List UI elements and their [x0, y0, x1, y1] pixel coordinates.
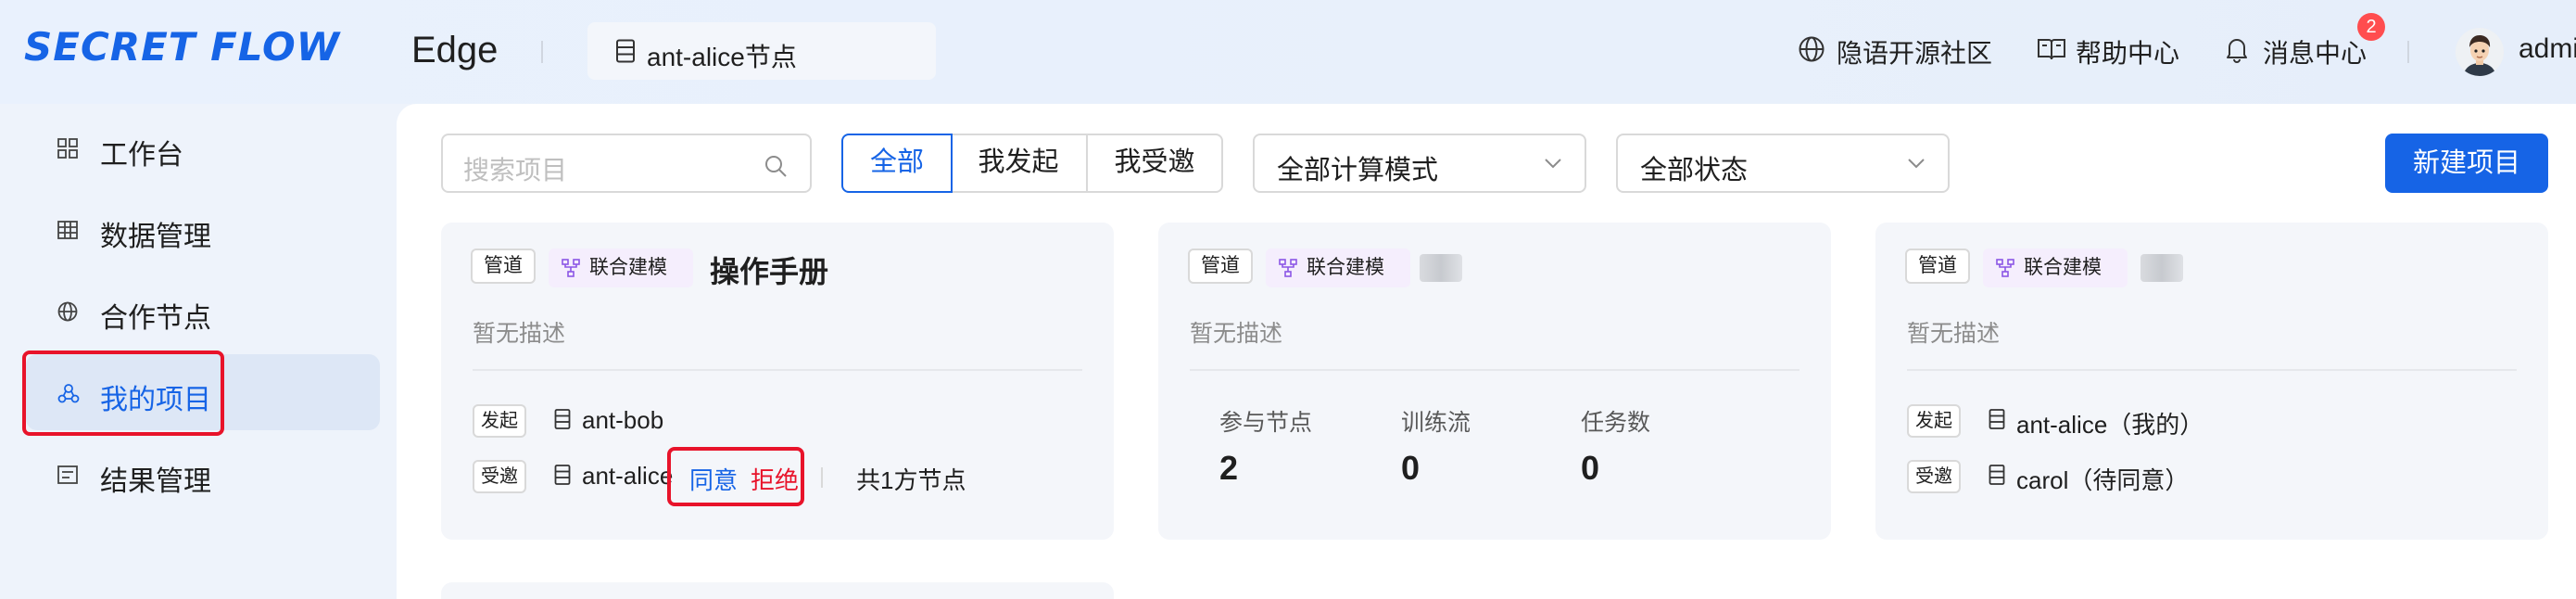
help-center-link[interactable]: 帮助中心 [2037, 33, 2203, 68]
branch-icon [1996, 259, 2014, 277]
mode-tag: 联合建模 [1266, 249, 1410, 287]
filter-initiated[interactable]: 我发起 [951, 134, 1088, 193]
highlight-box-actions [667, 447, 804, 506]
compute-mode-value: 全部计算模式 [1277, 156, 1439, 185]
server-icon [554, 465, 571, 485]
pipeline-tag: 管道 [1188, 249, 1253, 284]
initiator-badge: 发起 [1907, 404, 1961, 438]
invitee-badge: 受邀 [1907, 460, 1961, 493]
help-center-label: 帮助中心 [2076, 39, 2180, 68]
sidebar-item-result-management[interactable]: 结果管理 [26, 436, 380, 512]
message-count-badge: 2 [2357, 13, 2385, 41]
header-divider [541, 41, 543, 63]
sidebar-item-partner-nodes[interactable]: 合作节点 [26, 273, 380, 349]
project-description: 暂无描述 [1190, 321, 1283, 347]
initiator-node: ant-alice（我的） [1989, 406, 2229, 439]
pipeline-tag: 管道 [471, 249, 536, 284]
status-select[interactable]: 全部状态 [1616, 134, 1950, 193]
sidebar-item-workbench[interactable]: 工作台 [26, 109, 380, 185]
mode-tag-label: 联合建模 [1307, 257, 1384, 278]
blurred-title [1420, 254, 1462, 282]
community-link[interactable]: 隐语开源社区 [1798, 33, 2020, 68]
message-center-label: 消息中心 [2263, 39, 2368, 68]
server-icon [1989, 465, 2005, 485]
sidebar-item-label: 结果管理 [100, 466, 211, 497]
brand-logo[interactable]: SECRET FLOW [24, 24, 340, 70]
server-icon [616, 39, 635, 63]
sidebar-item-label: 工作台 [100, 140, 183, 171]
pipeline-tag: 管道 [1905, 249, 1970, 284]
grid-icon [57, 138, 78, 159]
mode-tag: 联合建模 [1983, 249, 2128, 287]
stat-value: 2 [1219, 449, 1239, 487]
mode-tag-label: 联合建模 [2024, 257, 2102, 278]
project-card[interactable]: 管道 联合建模 暂无描述 发起 ant-alice（我的） 受邀 carol（待… [1875, 223, 2548, 540]
stat-label: 训练流 [1401, 410, 1471, 436]
card-divider [1190, 369, 1799, 371]
project-description: 暂无描述 [1907, 321, 2001, 347]
avatar[interactable] [2456, 28, 2504, 76]
table-icon [57, 221, 78, 239]
card-divider [1907, 369, 2517, 371]
new-project-button[interactable]: 新建项目 [2385, 134, 2548, 193]
compute-mode-select[interactable]: 全部计算模式 [1253, 134, 1586, 193]
initiator-node: ant-bob [554, 406, 739, 436]
chevron-down-icon [1545, 159, 1561, 169]
invitee-node: carol（待同意） [1989, 462, 2229, 494]
globe-icon [1799, 36, 1825, 62]
server-icon [1989, 409, 2005, 429]
stat-value: 0 [1581, 449, 1600, 487]
project-title: 操作手册 [710, 255, 829, 288]
user-name[interactable]: admi [2519, 33, 2576, 65]
branch-icon [562, 259, 580, 277]
stat-value: 0 [1401, 449, 1421, 487]
chevron-down-icon [1908, 159, 1925, 169]
node-selector-label: ant-alice节点 [647, 43, 797, 71]
sidebar-item-label: 数据管理 [100, 222, 211, 252]
blurred-title [2140, 254, 2183, 282]
highlight-box-my-projects [22, 350, 224, 436]
initiator-badge: 发起 [473, 404, 526, 438]
node-count: 共1方节点 [856, 466, 966, 494]
status-value: 全部状态 [1640, 156, 1749, 185]
stat-label: 任务数 [1581, 410, 1651, 436]
mode-tag-label: 联合建模 [589, 257, 667, 278]
globe-icon [57, 301, 78, 322]
filter-all[interactable]: 全部 [841, 134, 953, 193]
project-card-partial[interactable] [441, 582, 1114, 599]
node-selector[interactable]: ant-alice节点 [587, 22, 936, 80]
list-icon [57, 465, 78, 484]
server-icon [554, 409, 571, 429]
bell-icon [2227, 39, 2247, 63]
divider [821, 467, 823, 488]
top-header: SECRET FLOW Edge ant-alice节点 隐语开源社区 帮助中心… [0, 0, 2576, 104]
mode-tag: 联合建模 [549, 249, 693, 287]
branch-icon [1279, 259, 1297, 277]
app-name: Edge [411, 30, 499, 70]
invitee-badge: 受邀 [473, 460, 526, 493]
project-description: 暂无描述 [473, 321, 566, 347]
search-input[interactable]: 搜索项目 [441, 134, 812, 193]
book-icon [2038, 39, 2065, 60]
community-label: 隐语开源社区 [1837, 39, 1993, 68]
filter-invited[interactable]: 我受邀 [1086, 134, 1223, 193]
sidebar-item-label: 合作节点 [100, 303, 211, 334]
search-placeholder: 搜索项目 [463, 156, 568, 185]
project-card[interactable]: 管道 联合建模 暂无描述 参与节点 2 训练流 0 任务数 0 [1158, 223, 1831, 540]
stat-label: 参与节点 [1219, 410, 1313, 436]
card-divider [473, 369, 1082, 371]
search-icon [765, 156, 787, 177]
sidebar-item-data-management[interactable]: 数据管理 [26, 191, 380, 267]
header-divider-2 [2407, 41, 2409, 63]
